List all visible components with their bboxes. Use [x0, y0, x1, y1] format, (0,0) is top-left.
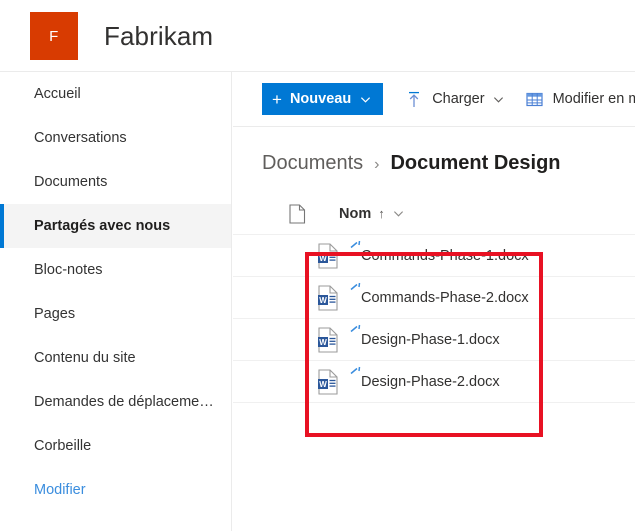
sidebar-item-label: Corbeille [34, 438, 92, 454]
chevron-down-icon [493, 94, 504, 105]
file-list: W Commands-Phase-1.docx W Commands-Phase… [233, 235, 635, 403]
grid-edit-button-label: Modifier en m [552, 91, 635, 107]
sidebar-item-demandes-de-deplacement[interactable]: Demandes de déplaceme… [0, 380, 231, 424]
breadcrumb-current: Document Design [390, 152, 561, 174]
sidebar-item-accueil[interactable]: Accueil [0, 72, 231, 116]
table-row[interactable]: W Commands-Phase-2.docx [233, 277, 635, 319]
svg-text:W: W [319, 296, 327, 305]
upload-button[interactable]: Charger [405, 90, 503, 108]
file-name[interactable]: Commands-Phase-1.docx [361, 248, 529, 264]
file-name[interactable]: Commands-Phase-2.docx [361, 290, 529, 306]
sidebar-item-label: Bloc-notes [34, 262, 103, 278]
sidebar-item-bloc-notes[interactable]: Bloc-notes [0, 248, 231, 292]
upload-button-label: Charger [432, 91, 485, 107]
sidebar-edit-link[interactable]: Modifier [0, 468, 231, 512]
site-logo-letter: F [49, 27, 59, 45]
sidebar-item-conversations[interactable]: Conversations [0, 116, 231, 160]
main-content: + Nouveau Charger Modifier en m Document… [233, 72, 635, 531]
sidebar-item-contenu-du-site[interactable]: Contenu du site [0, 336, 231, 380]
svg-text:W: W [319, 254, 327, 263]
breadcrumb-separator: › [374, 156, 380, 173]
new-button-label: Nouveau [289, 91, 352, 107]
table-row[interactable]: W Design-Phase-2.docx [233, 361, 635, 403]
sidebar-navigation: Accueil Conversations Documents Partagés… [0, 72, 232, 531]
plus-icon: + [272, 89, 282, 109]
svg-text:W: W [319, 380, 327, 389]
sidebar-item-pages[interactable]: Pages [0, 292, 231, 336]
upload-icon [405, 90, 423, 108]
sidebar-item-partages-avec-nous[interactable]: Partagés avec nous [0, 204, 231, 248]
word-document-icon: W [317, 368, 339, 395]
breadcrumb-parent[interactable]: Documents [262, 152, 363, 175]
list-column-header: Nom ↑ [233, 193, 635, 235]
word-document-icon: W [317, 284, 339, 311]
file-name[interactable]: Design-Phase-2.docx [361, 374, 500, 390]
sidebar-item-label: Accueil [34, 86, 81, 102]
svg-text:W: W [319, 338, 327, 347]
word-document-icon: W [317, 326, 339, 353]
chevron-down-icon[interactable] [393, 208, 404, 219]
sidebar-item-label: Pages [34, 306, 76, 322]
sidebar-item-label: Contenu du site [34, 350, 136, 366]
sidebar-item-label: Partagés avec nous [34, 218, 171, 234]
sidebar-item-corbeille[interactable]: Corbeille [0, 424, 231, 468]
site-title: Fabrikam [104, 20, 214, 51]
table-row[interactable]: W Commands-Phase-1.docx [233, 235, 635, 277]
document-icon[interactable] [289, 203, 309, 224]
site-logo: F [30, 12, 78, 60]
grid-edit-button[interactable]: Modifier en m [526, 90, 635, 108]
word-document-icon: W [317, 242, 339, 269]
file-name[interactable]: Design-Phase-1.docx [361, 332, 500, 348]
command-bar: + Nouveau Charger Modifier en m [233, 72, 635, 127]
chevron-down-icon [360, 94, 371, 105]
sidebar-item-label: Demandes de déplaceme… [34, 394, 214, 410]
sidebar-item-label: Documents [34, 174, 108, 190]
new-button[interactable]: + Nouveau [262, 83, 384, 115]
table-row[interactable]: W Design-Phase-1.docx [233, 319, 635, 361]
sidebar-item-label: Conversations [34, 130, 127, 146]
sort-ascending-icon: ↑ [378, 206, 385, 221]
grid-icon [526, 90, 544, 108]
site-header: F Fabrikam [0, 0, 635, 72]
column-header-name[interactable]: Nom [339, 206, 371, 222]
breadcrumb: Documents › Document Design [233, 127, 635, 175]
sidebar-edit-label: Modifier [34, 482, 86, 498]
sidebar-item-documents[interactable]: Documents [0, 160, 231, 204]
